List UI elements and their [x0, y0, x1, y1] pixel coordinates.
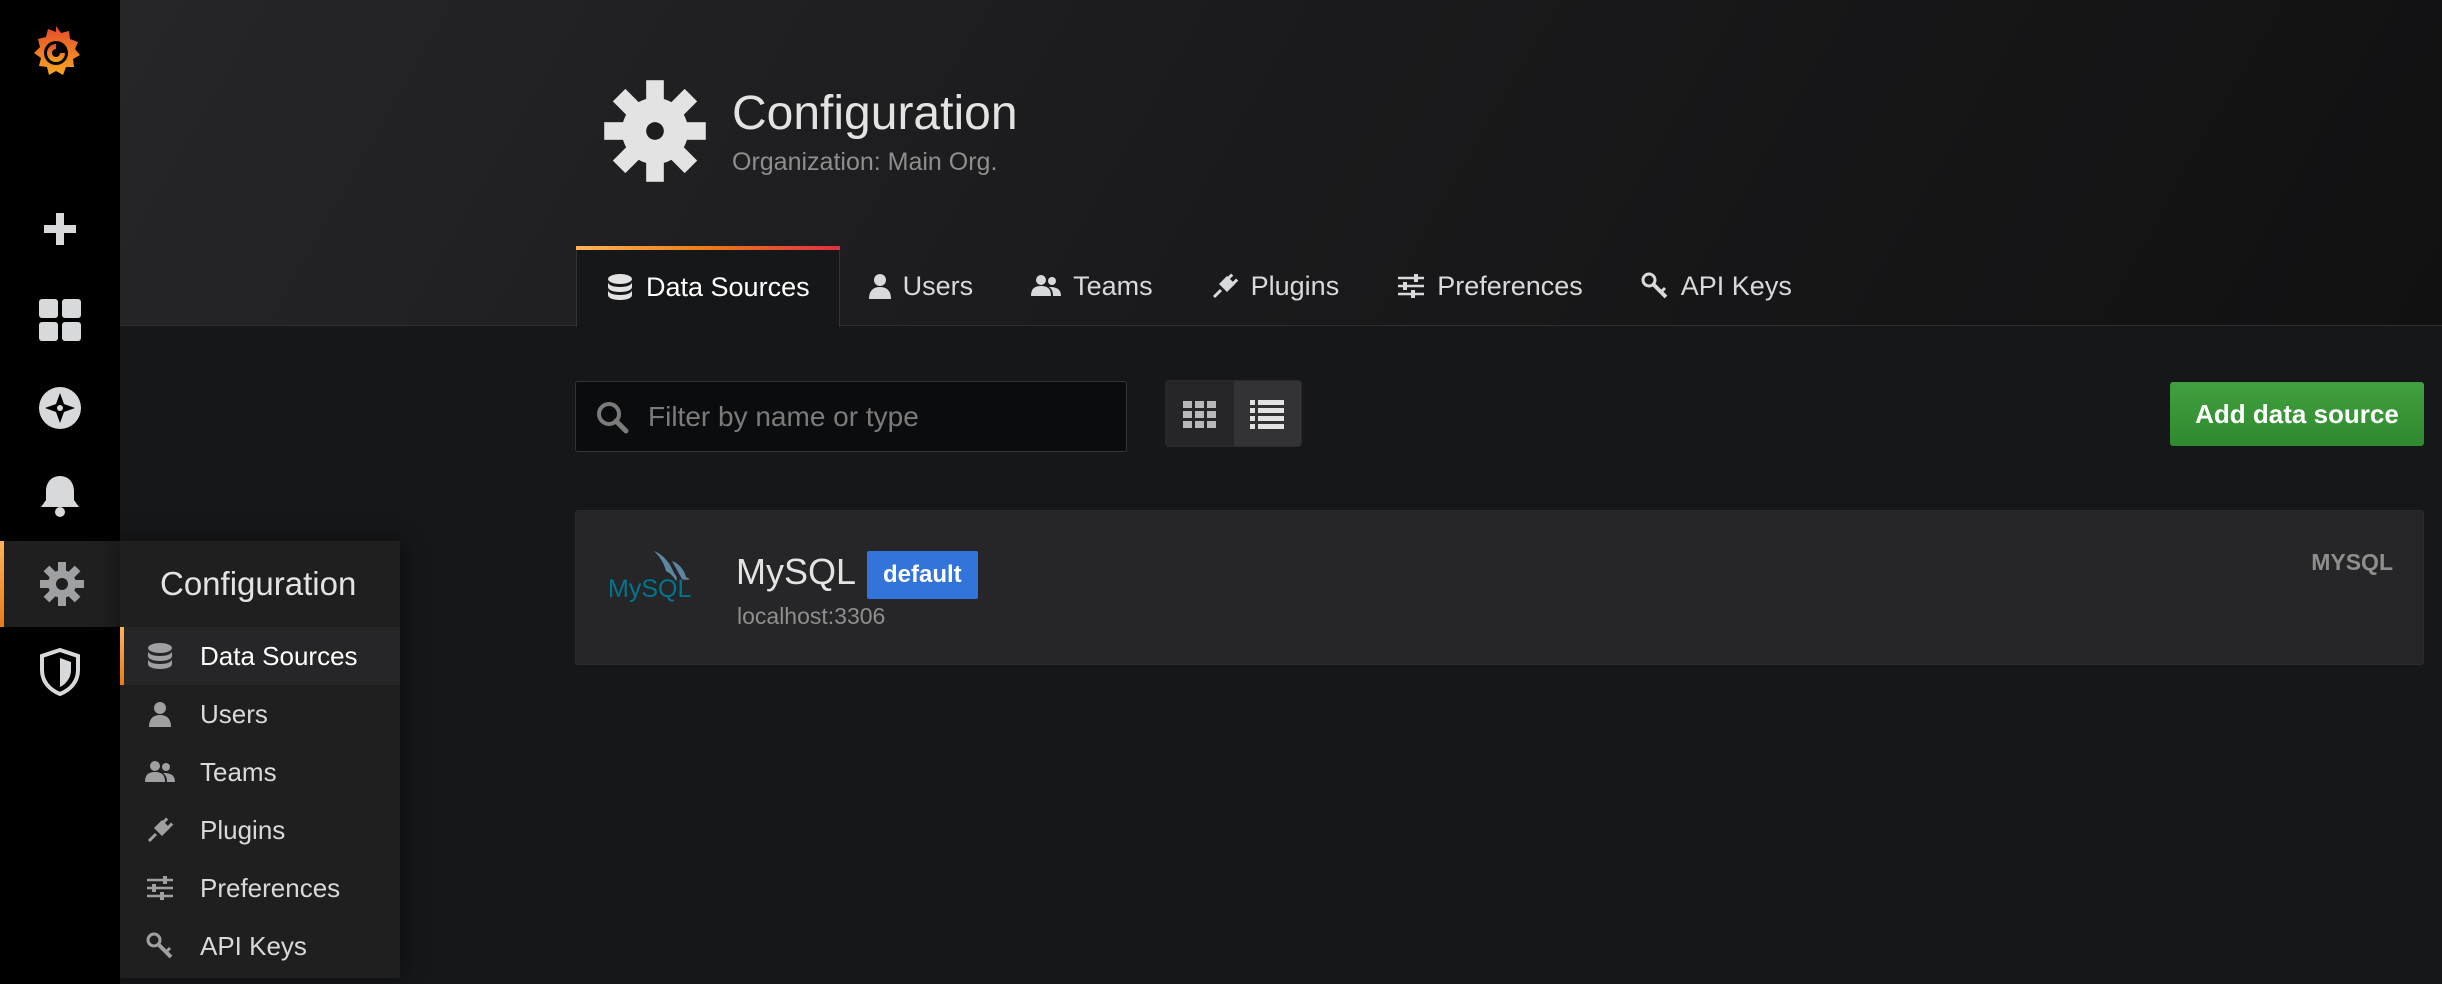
plug-icon: [1212, 273, 1238, 299]
dashboards-menu-button[interactable]: [0, 277, 120, 363]
mysql-logo-icon: MySQL: [606, 543, 706, 613]
dropdown-item-label: API Keys: [200, 930, 307, 961]
compass-icon: [39, 387, 81, 429]
page-title: Configuration: [732, 87, 1018, 140]
alerting-menu-button[interactable]: [0, 453, 120, 539]
data-source-name: MySQL: [736, 551, 857, 592]
page-tabs: Data Sources Users Teams Plugins Prefere…: [576, 246, 1821, 327]
user-icon: [149, 702, 171, 727]
tab-label: Preferences: [1437, 270, 1583, 301]
svg-text:MySQL: MySQL: [608, 575, 691, 603]
sliders-icon: [147, 876, 173, 900]
default-badge: default: [867, 551, 978, 599]
search-field: [575, 381, 1127, 452]
plus-icon: [44, 213, 76, 245]
grafana-logo-icon[interactable]: [26, 22, 86, 82]
tab-teams[interactable]: Teams: [1002, 246, 1182, 326]
configuration-menu-button[interactable]: [0, 541, 120, 627]
dropdown-item-data-sources[interactable]: Data Sources: [120, 627, 400, 685]
dropdown-item-label: Data Sources: [200, 640, 358, 671]
side-menu: [0, 0, 120, 984]
tab-preferences[interactable]: Preferences: [1368, 246, 1612, 326]
database-icon: [608, 274, 632, 300]
page-header: Configuration Organization: Main Org. Da…: [120, 0, 2442, 327]
list-icon: [1250, 399, 1285, 429]
data-source-type: MYSQL: [2311, 549, 2393, 575]
tab-users[interactable]: Users: [840, 246, 1003, 326]
key-icon: [146, 932, 173, 959]
tab-label: Teams: [1073, 270, 1153, 301]
data-source-card[interactable]: MySQL MySQL default localhost:3306 MYSQL: [575, 510, 2424, 665]
tab-plugins[interactable]: Plugins: [1182, 246, 1369, 326]
create-menu-button[interactable]: [0, 186, 120, 272]
dropdown-item-api-keys[interactable]: API Keys: [120, 917, 400, 975]
tab-label: Data Sources: [646, 271, 810, 302]
grid-view-button[interactable]: [1166, 381, 1234, 446]
tab-data-sources[interactable]: Data Sources: [576, 246, 840, 327]
server-admin-menu-button[interactable]: [0, 629, 120, 715]
dropdown-item-label: Plugins: [200, 814, 286, 845]
data-source-url: localhost:3306: [737, 603, 886, 629]
key-icon: [1641, 272, 1668, 299]
page-subtitle: Organization: Main Org.: [732, 148, 998, 176]
dropdown-item-label: Users: [200, 698, 268, 729]
user-icon: [868, 274, 891, 299]
add-data-source-button[interactable]: Add data source: [2170, 382, 2424, 446]
sliders-icon: [1398, 274, 1425, 298]
dropdown-item-preferences[interactable]: Preferences: [120, 859, 400, 917]
tab-label: Users: [902, 270, 974, 301]
configuration-dropdown: Configuration Data Sources Users Teams P…: [120, 541, 400, 978]
tab-label: Plugins: [1250, 270, 1340, 301]
grid-icon: [1182, 400, 1216, 428]
gear-icon: [40, 562, 84, 606]
database-icon: [148, 643, 172, 669]
app-root: Configuration Data Sources Users Teams P…: [0, 0, 2442, 984]
users-icon: [145, 761, 175, 782]
search-input[interactable]: [648, 400, 1126, 433]
dropdown-item-users[interactable]: Users: [120, 685, 400, 743]
users-icon: [1031, 275, 1062, 296]
gear-icon: [602, 78, 708, 184]
dropdown-item-label: Preferences: [200, 872, 341, 903]
tab-api-keys[interactable]: API Keys: [1612, 246, 1821, 326]
list-view-button[interactable]: [1233, 381, 1301, 446]
dropdown-item-plugins[interactable]: Plugins: [120, 801, 400, 859]
plug-icon: [147, 817, 174, 843]
dropdown-header[interactable]: Configuration: [120, 541, 400, 627]
shield-icon: [40, 648, 80, 696]
dashboards-icon: [39, 299, 81, 341]
dropdown-item-label: Teams: [200, 756, 277, 787]
search-icon: [576, 400, 648, 434]
layout-switch: [1165, 380, 1302, 447]
dropdown-item-teams[interactable]: Teams: [120, 743, 400, 801]
bell-icon: [41, 476, 79, 517]
tab-label: API Keys: [1680, 270, 1792, 301]
explore-menu-button[interactable]: [0, 365, 120, 451]
